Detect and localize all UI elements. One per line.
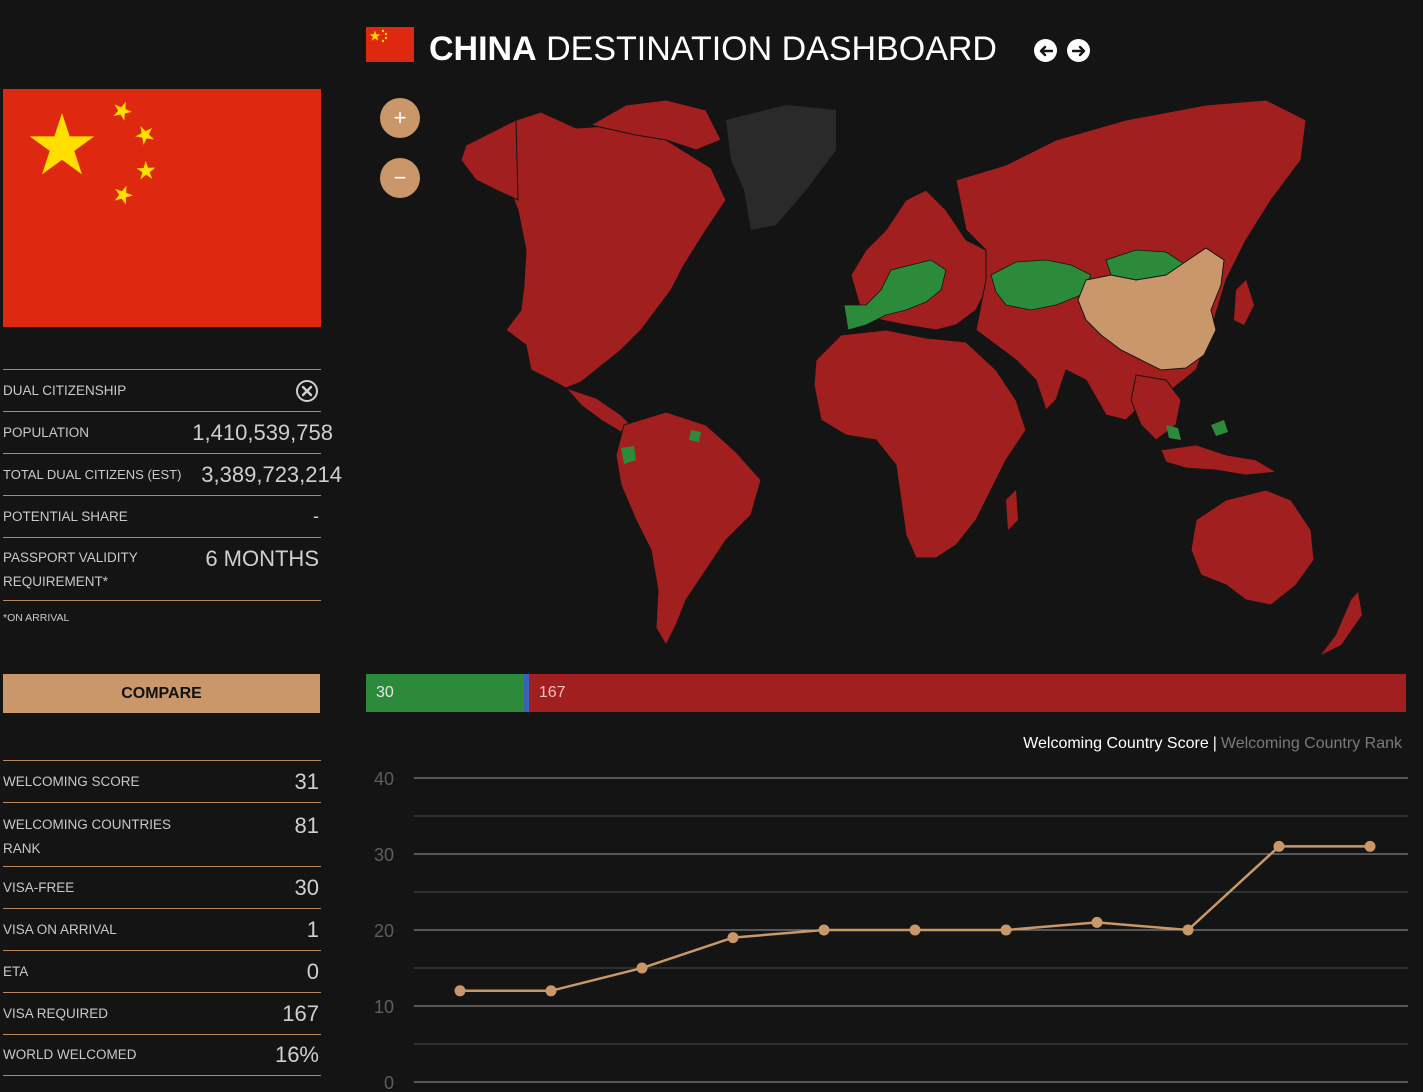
- score-point[interactable]: [1273, 840, 1285, 852]
- stat-label: ETA: [3, 963, 29, 979]
- zoom-out-button[interactable]: −: [380, 158, 420, 198]
- stat-value: 81: [294, 813, 319, 838]
- stat-label: WELCOMING SCORE: [3, 773, 140, 789]
- footnote: *ON ARRIVAL: [3, 612, 70, 624]
- stat-label: WORLD WELCOMED: [3, 1047, 137, 1062]
- potential-share-row: POTENTIAL SHARE -: [3, 495, 321, 537]
- visa-required-segment[interactable]: 167: [528, 674, 1406, 712]
- next-country-button[interactable]: [1067, 39, 1090, 62]
- stat-label: WELCOMING COUNTRIES RANK: [3, 817, 172, 856]
- map-madagascar[interactable]: [1006, 490, 1018, 530]
- stat-label: PASSPORT VALIDITY REQUIREMENT*: [3, 550, 138, 589]
- stat-label: VISA-FREE: [3, 879, 75, 895]
- passport-validity-row: PASSPORT VALIDITY REQUIREMENT* 6 MONTHS: [3, 537, 321, 601]
- score-point[interactable]: [636, 962, 648, 974]
- stat-label: POTENTIAL SHARE: [3, 508, 128, 524]
- score-point[interactable]: [454, 985, 466, 997]
- score-point[interactable]: [727, 932, 739, 944]
- map-alaska[interactable]: [460, 119, 519, 201]
- score-point[interactable]: [1182, 924, 1194, 936]
- stat-value: 0: [306, 958, 319, 984]
- stat-value: 16%: [274, 1042, 319, 1067]
- zoom-in-button[interactable]: +: [380, 98, 420, 138]
- map-north-america[interactable]: [505, 111, 727, 389]
- stat-label: VISA ON ARRIVAL: [3, 921, 117, 937]
- world-map[interactable]: [366, 80, 1406, 670]
- y-tick-label: 40: [374, 769, 394, 789]
- title-rest: DESTINATION DASHBOARD: [546, 30, 997, 68]
- page-title: CHINA DESTINATION DASHBOARD: [429, 30, 997, 69]
- stat-value: 1: [306, 916, 319, 942]
- map-japan[interactable]: [1234, 280, 1254, 325]
- stat-value: 3,389,723,214: [201, 461, 342, 487]
- stat-label: VISA REQUIRED: [3, 1005, 109, 1021]
- china-flag-large: [3, 89, 321, 327]
- stat-value: 6 MONTHS: [205, 546, 319, 571]
- arrow-left-icon: [1039, 45, 1053, 56]
- eta-row: ETA 0: [3, 950, 321, 992]
- y-tick-label: 10: [374, 997, 394, 1017]
- profile-stats: DUAL CITIZENSHIP POPULATION 1,410,539,75…: [3, 369, 342, 601]
- stat-label: POPULATION: [3, 424, 90, 440]
- stat-value: 1,410,539,758: [192, 419, 333, 445]
- welcoming-score-chart: 0 10 20 30 40: [374, 769, 1408, 1092]
- visa-free-segment[interactable]: 30: [366, 674, 524, 712]
- population-row: POPULATION 1,410,539,758: [3, 411, 333, 453]
- tab-separator: |: [1212, 735, 1217, 752]
- score-line: [460, 845, 1370, 993]
- map-australia[interactable]: [1190, 489, 1315, 606]
- y-tick-label: 20: [374, 921, 394, 941]
- y-tick-label: 30: [374, 845, 394, 865]
- score-point[interactable]: [1364, 840, 1376, 852]
- score-stats: WELCOMING SCORE 31 WELCOMING COUNTRIES R…: [3, 760, 321, 1076]
- stat-value: -: [313, 506, 319, 526]
- arrow-right-icon: [1071, 45, 1085, 56]
- stat-label: TOTAL DUAL CITIZENS (EST): [3, 466, 182, 482]
- score-point[interactable]: [818, 924, 830, 936]
- stat-value: 30: [294, 874, 319, 900]
- score-point[interactable]: [1091, 916, 1103, 928]
- stat-value: 167: [282, 1000, 319, 1026]
- map-central-america[interactable]: [564, 386, 632, 433]
- visa-on-arrival-row: VISA ON ARRIVAL 1: [3, 908, 321, 950]
- country-name: CHINA: [429, 30, 537, 68]
- map-new-zealand[interactable]: [1321, 592, 1362, 655]
- prev-country-button[interactable]: [1034, 39, 1057, 62]
- map-south-america[interactable]: [615, 411, 762, 647]
- dual-citizens-row: TOTAL DUAL CITIZENS (EST) 3,389,723,214: [3, 453, 342, 495]
- y-tick-label: 0: [384, 1073, 394, 1092]
- compare-button[interactable]: COMPARE: [3, 674, 320, 713]
- score-point[interactable]: [1000, 924, 1012, 936]
- score-point[interactable]: [909, 924, 921, 936]
- china-flag-small: [366, 27, 414, 62]
- x-circle-icon: [296, 379, 318, 402]
- chart-tabs: Welcoming Country Score | Welcoming Countr…: [1023, 735, 1402, 753]
- tab-welcoming-rank[interactable]: Welcoming Country Rank: [1221, 735, 1402, 752]
- dual-citizenship-row: DUAL CITIZENSHIP: [3, 369, 321, 411]
- map-indonesia[interactable]: [1160, 444, 1278, 476]
- map-green-guyana[interactable]: [689, 430, 701, 442]
- visa-summary-bar: 30 167: [366, 674, 1406, 712]
- stat-label: DUAL CITIZENSHIP: [3, 382, 127, 398]
- welcoming-score-row: WELCOMING SCORE 31: [3, 760, 321, 802]
- tab-welcoming-score[interactable]: Welcoming Country Score: [1023, 735, 1209, 752]
- map-greenland[interactable]: [726, 105, 836, 230]
- welcoming-rank-row: WELCOMING COUNTRIES RANK 81: [3, 802, 321, 866]
- visa-required-row: VISA REQUIRED 167: [3, 992, 321, 1034]
- map-africa[interactable]: [813, 329, 1027, 559]
- score-point[interactable]: [545, 985, 557, 997]
- visa-free-row: VISA-FREE 30: [3, 866, 321, 908]
- world-welcomed-row: WORLD WELCOMED 16%: [3, 1034, 321, 1076]
- stat-value: 31: [294, 768, 319, 794]
